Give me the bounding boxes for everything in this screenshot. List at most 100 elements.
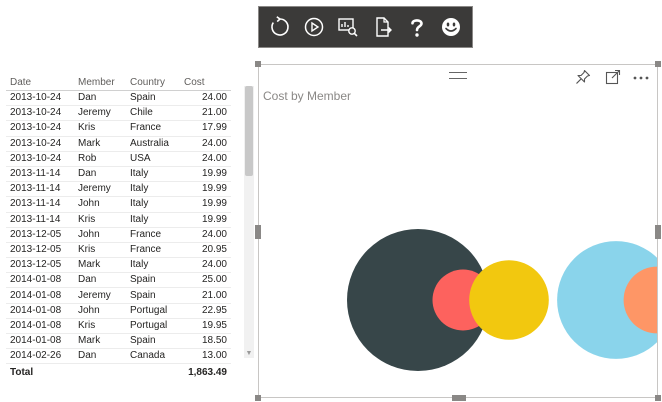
cell-member: Kris [74,318,126,335]
cell-member: Jeremy [74,287,126,304]
cell-member: Mark [74,136,126,152]
cell-country: Portugal [126,318,180,335]
table-row[interactable]: 2014-01-08 John Portugal 22.95 [6,303,231,319]
scroll-thumb[interactable] [245,86,253,176]
resize-handle-bottom-left[interactable] [255,395,261,401]
cell-country: France [126,242,180,259]
table-row[interactable]: 2013-12-05 John France 24.00 [6,227,231,243]
cell-cost: 25.00 [180,272,231,289]
cell-member: Dan [74,166,126,183]
export-button[interactable] [368,12,398,42]
cell-date: 2013-11-14 [6,166,74,183]
table-row[interactable]: 2013-12-05 Mark Italy 24.00 [6,257,231,274]
column-header-member[interactable]: Member [74,74,126,91]
cell-country: Italy [126,181,180,198]
bubble-3[interactable] [469,260,549,340]
table-row[interactable]: 2014-01-08 Mark Spain 18.50 [6,333,231,350]
resize-handle-bottom-right[interactable] [655,395,661,401]
help-button[interactable] [402,12,432,42]
cell-cost: 24.00 [180,90,231,107]
refresh-icon [271,16,289,36]
resize-handle-right[interactable] [655,225,661,239]
column-header-date[interactable]: Date [6,74,74,91]
table-row[interactable]: 2013-11-14 John Italy 19.99 [6,196,231,213]
cell-member: Mark [74,257,126,274]
table-row[interactable]: 2013-11-14 Dan Italy 19.99 [6,166,231,183]
table-row[interactable]: 2014-01-08 Dan Spain 25.00 [6,272,231,289]
table-row[interactable]: 2014-01-08 Jeremy Spain 21.00 [6,287,231,304]
table-row[interactable]: 2013-12-05 Kris France 20.95 [6,242,231,259]
cell-cost: 20.95 [180,242,231,259]
refresh-button[interactable] [265,12,295,42]
cell-cost: 24.00 [180,136,231,152]
cell-date: 2014-02-26 [6,348,74,365]
cell-member: Kris [74,120,126,137]
data-view-icon [338,18,358,37]
table-row[interactable]: 2014-01-08 Kris Portugal 19.95 [6,318,231,335]
cell-date: 2013-10-24 [6,105,74,122]
cell-country: Australia [126,136,180,152]
more-options-button[interactable] [631,67,651,87]
cell-cost: 17.99 [180,120,231,137]
resize-handle-bottom[interactable] [452,395,466,401]
cell-country: Spain [126,287,180,304]
cell-cost: 19.95 [180,318,231,335]
table-row[interactable]: 2013-10-24 Rob USA 24.00 [6,151,231,167]
bubble-chart [347,229,657,371]
auto-reload-button[interactable] [299,12,329,42]
column-header-country[interactable]: Country [126,74,180,91]
table-row[interactable]: 2013-10-24 Jeremy Chile 21.00 [6,105,231,122]
table-row[interactable]: 2014-02-26 Dan Canada 13.00 [6,348,231,365]
scroll-down-arrow-icon[interactable]: ▼ [244,350,254,358]
table-body: 2013-10-24 Dan Spain 24.00 2013-10-24 Jeremy C… [6,90,231,365]
resize-handle-left[interactable] [255,225,261,239]
cell-cost: 22.95 [180,303,231,319]
cell-country: France [126,120,180,137]
table-row[interactable]: 2013-10-24 Mark Australia 24.00 [6,136,231,152]
chart-visual[interactable]: Cost by Member [255,61,661,401]
cell-member: Kris [74,212,126,228]
cell-cost: 19.99 [180,212,231,228]
help-icon [410,19,423,37]
drag-handle-icon[interactable] [449,72,467,79]
pin-visual-button[interactable] [573,67,593,87]
table-header-row: Date Member Country Cost [6,74,231,91]
column-header-cost[interactable]: Cost [180,74,231,91]
cell-country: France [126,227,180,243]
table-row[interactable]: 2013-11-14 Jeremy Italy 19.99 [6,181,231,198]
table-row[interactable]: 2013-11-14 Kris Italy 19.99 [6,212,231,228]
cell-member: Dan [74,90,126,107]
cell-cost: 24.00 [180,257,231,274]
cell-date: 2014-01-08 [6,333,74,350]
focus-mode-button[interactable] [603,67,623,87]
smiley-icon [441,18,460,36]
data-table: Date Member Country Cost 2013-10-24 Dan Sp… [6,74,231,381]
cell-date: 2013-10-24 [6,120,74,137]
play-icon [304,17,324,37]
resize-handle-top-left[interactable] [255,61,261,67]
total-value: 1,863.49 [180,363,231,381]
table-row[interactable]: 2013-10-24 Dan Spain 24.00 [6,90,231,107]
cell-date: 2013-11-14 [6,181,74,198]
pin-icon [576,69,591,84]
cell-date: 2013-10-24 [6,151,74,167]
resize-handle-top-right[interactable] [655,61,661,67]
cell-country: Italy [126,166,180,183]
plot-area [259,105,657,397]
cell-cost: 13.00 [180,348,231,365]
focus-mode-icon [605,69,621,85]
send-feedback-button[interactable] [436,12,466,42]
table-row[interactable]: 2013-10-24 Kris France 17.99 [6,120,231,137]
cell-member: Kris [74,242,126,259]
cell-member: Dan [74,272,126,289]
cell-cost: 19.99 [180,196,231,213]
cell-date: 2013-10-24 [6,90,74,107]
cell-member: John [74,303,126,319]
table-scrollbar[interactable]: ▲ ▼ [244,86,254,358]
cell-date: 2014-01-08 [6,287,74,304]
cell-member: Jeremy [74,181,126,198]
cell-member: John [74,227,126,243]
show-dataview-button[interactable] [333,12,363,42]
cell-cost: 21.00 [180,287,231,304]
chart-title: Cost by Member [263,89,352,103]
